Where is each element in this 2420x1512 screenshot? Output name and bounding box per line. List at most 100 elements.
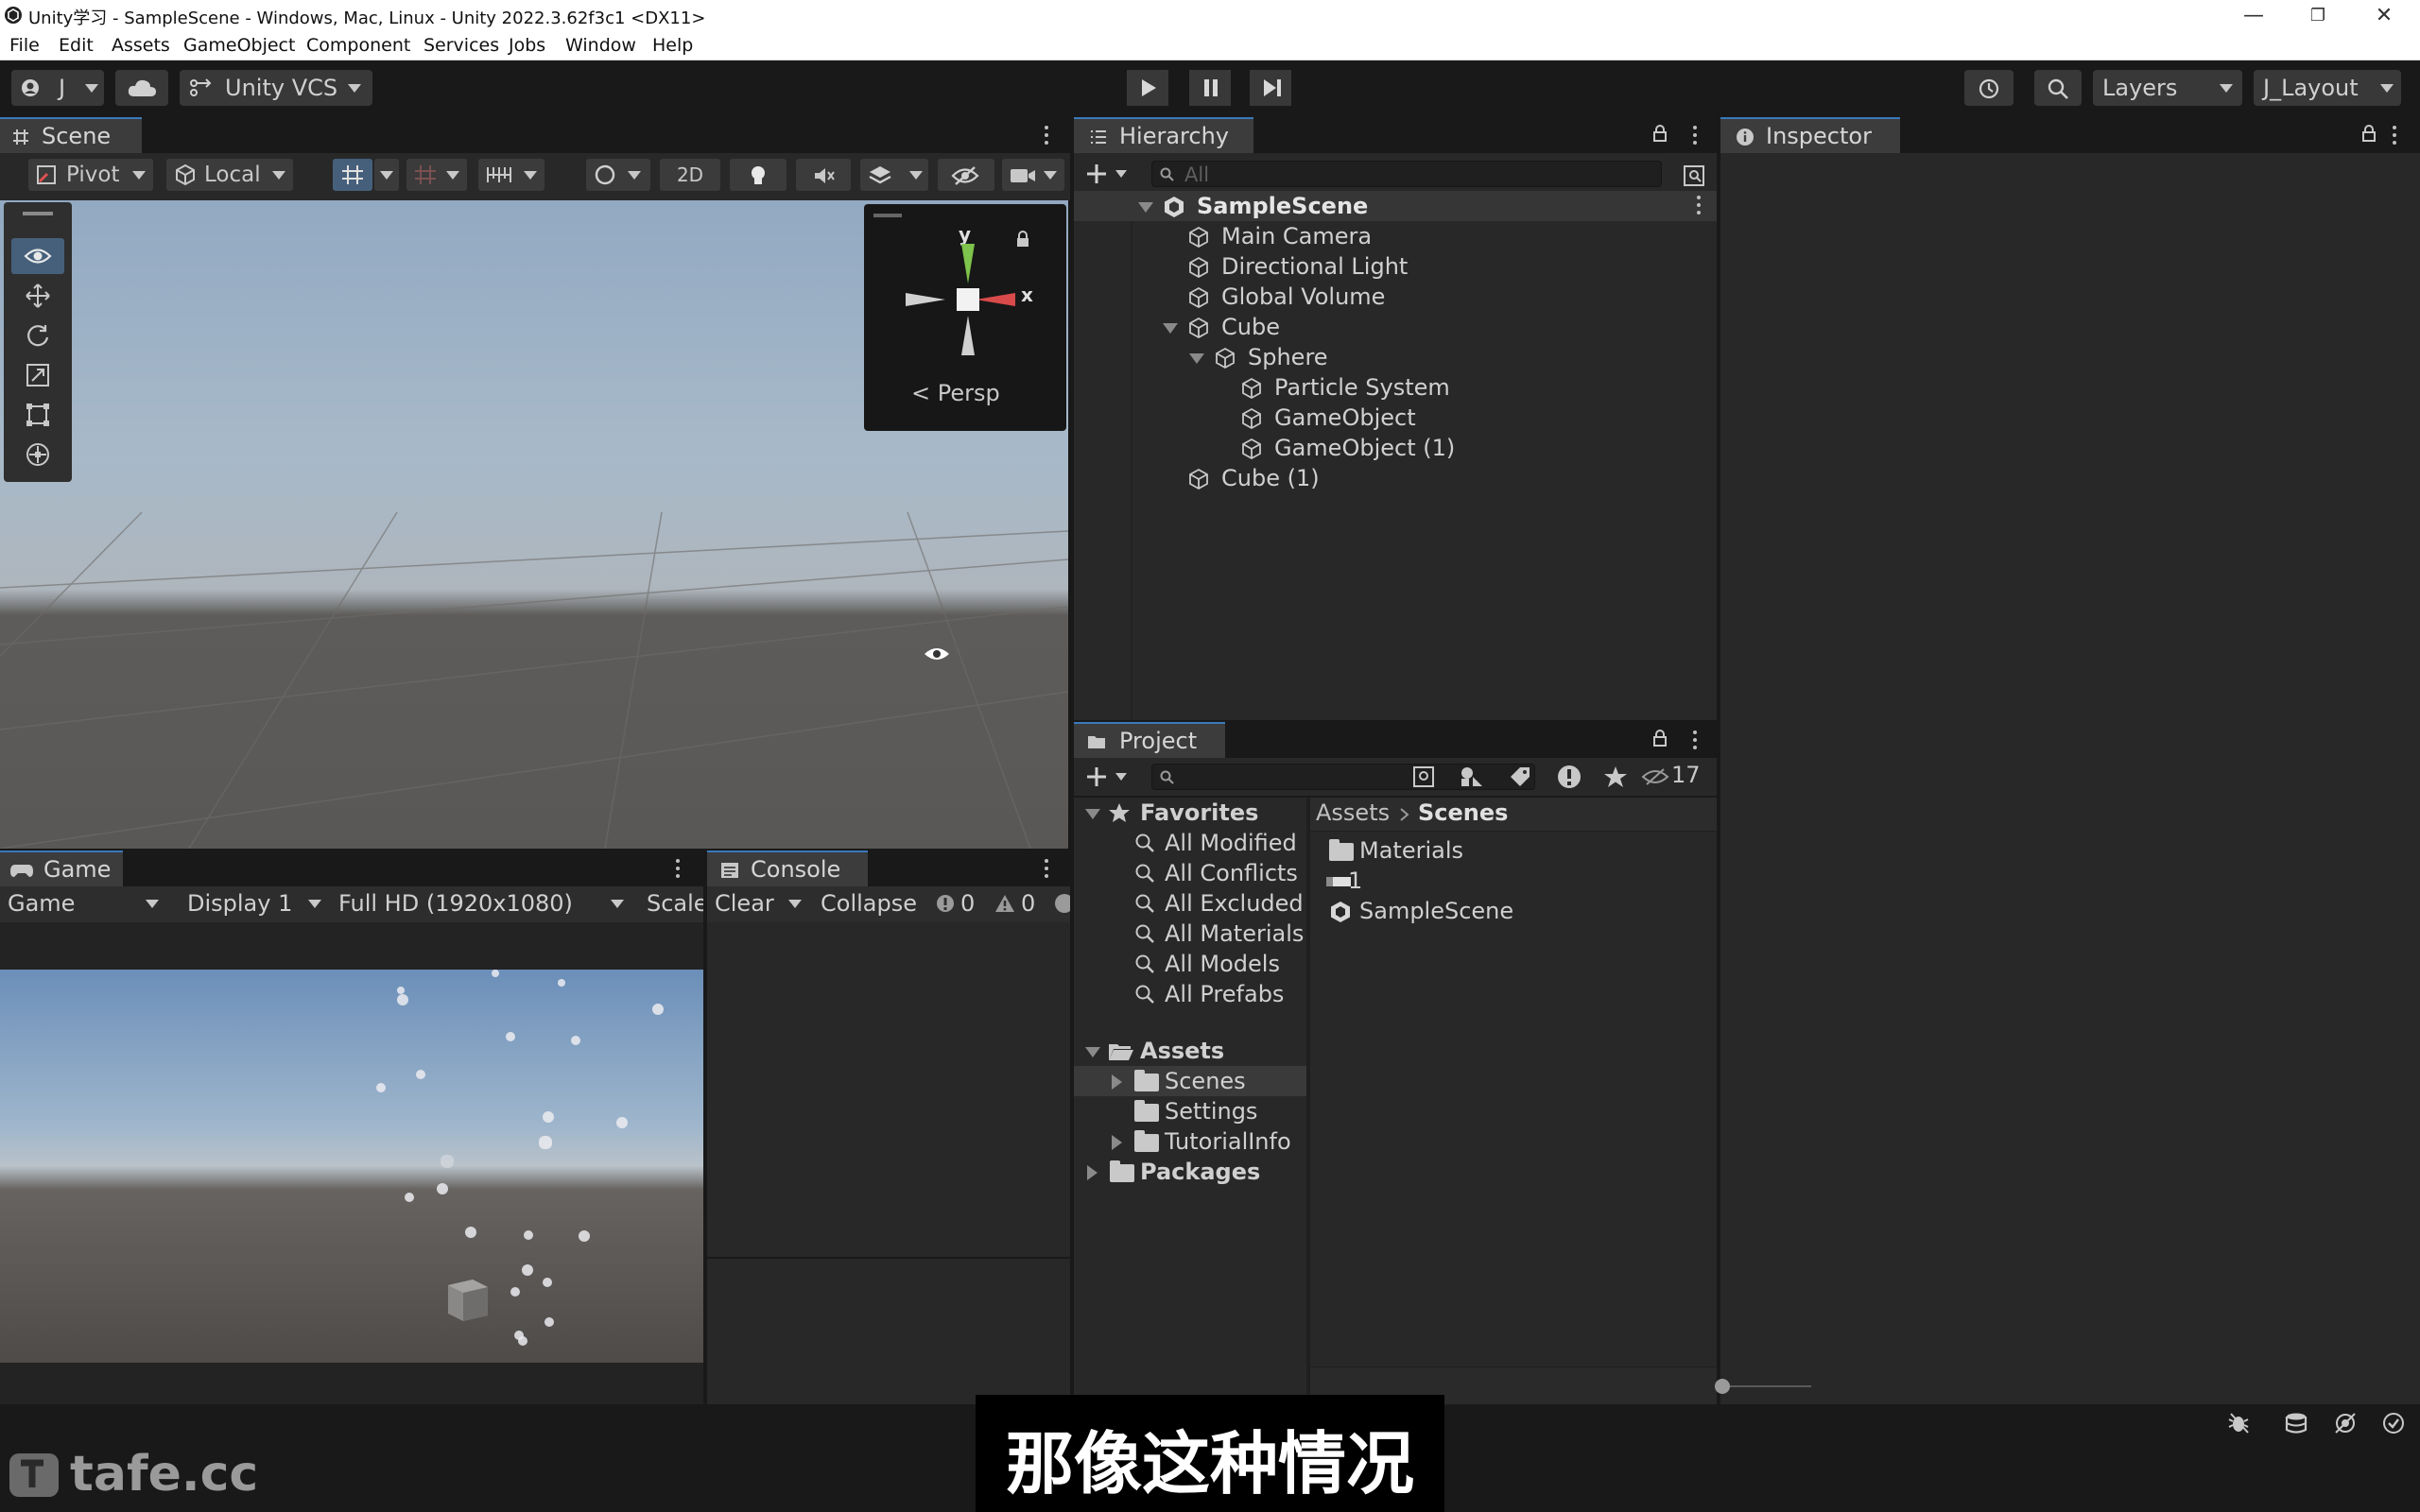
projection-toggle[interactable]: < Persp xyxy=(911,380,1000,406)
packages-folder-row[interactable]: Packages xyxy=(1074,1157,1306,1187)
minimize-button[interactable]: — xyxy=(2235,2,2273,30)
orientation-gizmo[interactable]: y x < Persp xyxy=(864,204,1066,431)
hierarchy-item[interactable]: GameObject xyxy=(1074,403,1717,433)
hidden-objects-toggle[interactable] xyxy=(938,159,994,191)
auto-generate-lighting-icon[interactable] xyxy=(2333,1412,2358,1435)
favorites-header[interactable]: Favorites xyxy=(1074,798,1306,828)
debug-bug-icon[interactable] xyxy=(2227,1412,2250,1435)
favorites-item[interactable]: All Modified xyxy=(1074,828,1306,858)
asset-folder-row[interactable]: Scenes xyxy=(1074,1066,1306,1096)
move-tool-button[interactable] xyxy=(11,278,64,314)
hierarchy-item[interactable]: GameObject (1) xyxy=(1074,433,1717,463)
view-tool-button[interactable] xyxy=(11,238,64,274)
icon-size-slider-track[interactable] xyxy=(1717,1385,1811,1387)
foldout-collapsed-icon[interactable] xyxy=(1087,1165,1098,1180)
hierarchy-item[interactable]: Global Volume xyxy=(1074,282,1717,312)
game-menu-icon[interactable] xyxy=(675,859,681,880)
tab-console[interactable]: Console xyxy=(707,850,868,886)
asset-folder-row[interactable]: Settings xyxy=(1074,1096,1306,1126)
search-button[interactable] xyxy=(2034,70,2082,106)
console-collapse-toggle[interactable]: Collapse xyxy=(813,886,923,920)
hierarchy-item[interactable]: Particle System xyxy=(1074,372,1717,403)
effects-toggle-button[interactable] xyxy=(860,159,928,191)
grid-snap-dropdown[interactable] xyxy=(374,159,399,191)
tab-inspector[interactable]: Inspector xyxy=(1720,117,1900,153)
restore-button[interactable]: ❐ xyxy=(2299,2,2337,30)
project-lock-icon[interactable] xyxy=(1652,730,1668,747)
hierarchy-item[interactable]: Cube (1) xyxy=(1074,463,1717,493)
breadcrumb-assets[interactable]: Assets xyxy=(1316,799,1390,826)
camera-settings-dropdown[interactable] xyxy=(1002,159,1064,191)
menu-edit[interactable]: Edit xyxy=(59,35,94,56)
hierarchy-search-input[interactable]: All xyxy=(1151,161,1662,187)
info-log-icon[interactable] xyxy=(1055,894,1070,913)
hierarchy-menu-icon[interactable] xyxy=(1692,126,1698,146)
favorites-item[interactable]: All Materials xyxy=(1074,919,1306,949)
palette-drag-handle[interactable] xyxy=(23,212,53,215)
assets-folder-row[interactable]: Assets xyxy=(1074,1036,1306,1066)
file-item[interactable]: Materials xyxy=(1310,835,1717,866)
layout-dropdown[interactable]: J_Layout xyxy=(2254,70,2401,106)
audio-toggle-button[interactable] xyxy=(796,159,851,191)
hierarchy-item[interactable]: Main Camera xyxy=(1074,221,1717,251)
game-mode-dropdown[interactable]: Game xyxy=(0,886,168,920)
console-log-list[interactable] xyxy=(707,922,1070,1257)
console-detail-area[interactable] xyxy=(707,1259,1070,1404)
project-menu-icon[interactable] xyxy=(1692,730,1698,751)
rect-tool-button[interactable] xyxy=(11,397,64,433)
tab-project[interactable]: Project xyxy=(1074,722,1225,758)
unity-vcs-button[interactable]: Unity VCS xyxy=(180,70,372,106)
scene-row-menu-icon[interactable] xyxy=(1696,196,1702,216)
cloud-button[interactable] xyxy=(115,70,168,106)
project-create-button[interactable] xyxy=(1085,764,1134,790)
step-button[interactable] xyxy=(1250,70,1291,106)
menu-assets[interactable]: Assets xyxy=(112,35,170,56)
rotate-tool-button[interactable] xyxy=(11,318,64,353)
display-dropdown[interactable]: Display 1 xyxy=(180,886,329,920)
grid-snap-button[interactable] xyxy=(333,159,372,191)
hierarchy-item[interactable]: Cube xyxy=(1074,312,1717,342)
hierarchy-scene-row[interactable]: SampleScene xyxy=(1074,191,1717,221)
scene-menu-icon[interactable] xyxy=(1044,126,1049,146)
shading-dropdown[interactable] xyxy=(586,159,650,191)
console-errors-toggle[interactable]: 0 xyxy=(932,886,987,920)
foldout-expanded-icon[interactable] xyxy=(1189,353,1204,364)
favorites-item[interactable]: All Conflicts xyxy=(1074,858,1306,888)
pivot-dropdown[interactable]: Pivot xyxy=(28,159,153,191)
increment-snap-button[interactable] xyxy=(406,159,467,191)
icon-size-slider-thumb[interactable] xyxy=(1715,1379,1730,1394)
file-item[interactable]: SampleScene xyxy=(1310,896,1717,926)
hidden-packages-toggle[interactable]: 17 xyxy=(1641,762,1711,790)
lighting-toggle-button[interactable] xyxy=(730,159,786,191)
play-button[interactable] xyxy=(1127,70,1168,106)
favorites-item[interactable]: All Models xyxy=(1074,949,1306,979)
tab-hierarchy[interactable]: Hierarchy xyxy=(1074,117,1253,153)
menu-services[interactable]: Services xyxy=(424,35,499,56)
ruler-button[interactable] xyxy=(478,159,544,191)
resolution-dropdown[interactable]: Full HD (1920x1080) xyxy=(331,886,633,920)
history-button[interactable] xyxy=(1964,70,2014,106)
tab-scene[interactable]: Scene xyxy=(0,117,142,153)
hierarchy-lock-icon[interactable] xyxy=(1652,125,1668,142)
filter-by-type-icon[interactable] xyxy=(1460,765,1484,788)
filter-by-label-icon[interactable] xyxy=(1509,765,1531,788)
menu-jobs[interactable]: Jobs xyxy=(509,35,545,56)
hierarchy-create-button[interactable] xyxy=(1085,161,1134,187)
foldout-collapsed-icon[interactable] xyxy=(1112,1135,1122,1150)
console-warnings-toggle[interactable]: 0 xyxy=(991,886,1046,920)
hierarchy-item[interactable]: Directional Light xyxy=(1074,251,1717,282)
console-menu-icon[interactable] xyxy=(1044,859,1049,880)
scale-slider[interactable]: Scale xyxy=(637,886,703,920)
favorites-item[interactable]: All Prefabs xyxy=(1074,979,1306,1009)
foldout-expanded-icon[interactable] xyxy=(1138,202,1153,213)
breadcrumb-scenes[interactable]: Scenes xyxy=(1418,799,1508,826)
menu-window[interactable]: Window xyxy=(565,35,636,56)
foldout-expanded-icon[interactable] xyxy=(1163,323,1178,334)
progress-check-icon[interactable] xyxy=(2382,1412,2405,1435)
favorite-star-icon[interactable] xyxy=(1603,765,1628,788)
inspector-menu-icon[interactable] xyxy=(2392,126,2397,146)
menu-gameobject[interactable]: GameObject xyxy=(183,35,295,56)
layers-dropdown[interactable]: Layers xyxy=(2093,70,2242,106)
game-viewport[interactable] xyxy=(0,970,703,1363)
console-clear-button[interactable]: Clear xyxy=(707,886,809,920)
